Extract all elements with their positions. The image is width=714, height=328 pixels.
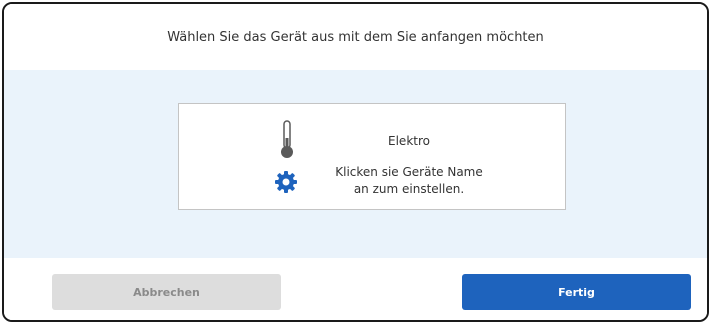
dialog-title: Wählen Sie das Gerät aus mit dem Sie anf… <box>167 29 544 45</box>
done-button[interactable]: Fertig <box>462 274 691 310</box>
device-card-elektro[interactable]: Elektro Klicken sie Geräte Name an zum e… <box>178 103 566 210</box>
dialog-body: Elektro Klicken sie Geräte Name an zum e… <box>4 70 707 258</box>
device-description-line1: Klicken sie Geräte Name <box>335 165 483 179</box>
gear-icon <box>274 170 298 198</box>
thermometer-icon <box>279 120 295 164</box>
device-description: Klicken sie Geräte Name an zum einstelle… <box>304 164 514 198</box>
dialog-header: Wählen Sie das Gerät aus mit dem Sie anf… <box>4 4 707 70</box>
dialog-footer: Abbrechen Fertig <box>4 258 707 320</box>
device-name: Elektro <box>388 134 430 148</box>
device-selection-dialog: Wählen Sie das Gerät aus mit dem Sie anf… <box>2 2 709 322</box>
cancel-button[interactable]: Abbrechen <box>52 274 281 310</box>
device-description-line2: an zum einstellen. <box>353 182 465 196</box>
